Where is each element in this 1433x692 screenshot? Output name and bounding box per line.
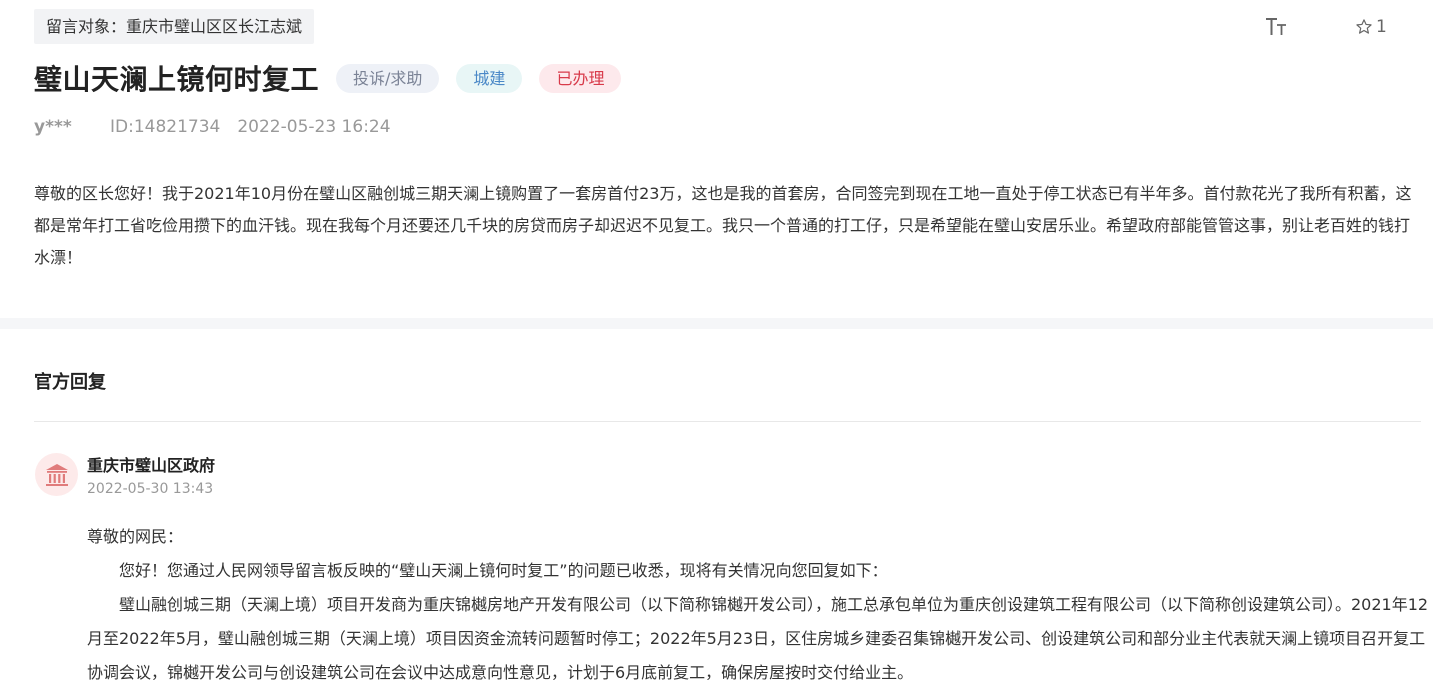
post-title: 璧山天澜上镜何时复工 [34,63,320,96]
reply-body: 尊敬的网民： 您好！您通过人民网领导留言板反映的“璧山天澜上镜何时复工”的问题已… [87,520,1433,690]
reply-greeting: 尊敬的网民： [87,527,184,546]
message-target-label: 留言对象：重庆市璧山区区长江志斌 [34,9,315,44]
reply-paragraph: 璧山融创城三期（天澜上境）项目开发商为重庆锦樾房地产开发有限公司（以下简称锦樾开… [87,595,1429,682]
post-meta: y*** ID:14821734 2022-05-23 16:24 [34,117,391,137]
tag-status: 已办理 [539,63,622,93]
reply-org-name: 重庆市璧山区政府 [87,456,216,475]
title-row: 璧山天澜上镜何时复工 投诉/求助 城建 已办理 [34,58,638,98]
reply-heading: 官方回复 [34,372,106,393]
tag-category[interactable]: 投诉/求助 [336,63,440,93]
post-content: 尊敬的区长您好！我于2021年10月份在璧山区融创城三期天澜上镜购置了一套房首付… [34,184,1412,267]
star-button[interactable]: 1 [1355,17,1387,37]
section-separator [0,318,1433,329]
post-time: 2022-05-23 16:24 [237,117,391,137]
star-outline-icon [1356,19,1372,34]
font-size-icon[interactable] [1264,14,1290,40]
author-name: y*** [34,117,72,137]
reply-paragraph: 您好！您通过人民网领导留言板反映的“璧山天澜上镜何时复工”的问题已收悉，现将有关… [119,561,888,580]
star-count: 1 [1376,17,1387,37]
reply-time: 2022-05-30 13:43 [87,481,214,497]
divider [34,421,1421,422]
government-building-icon [45,463,68,486]
avatar [35,453,78,496]
post-id: ID:14821734 [110,117,221,137]
tag-domain[interactable]: 城建 [456,63,523,93]
